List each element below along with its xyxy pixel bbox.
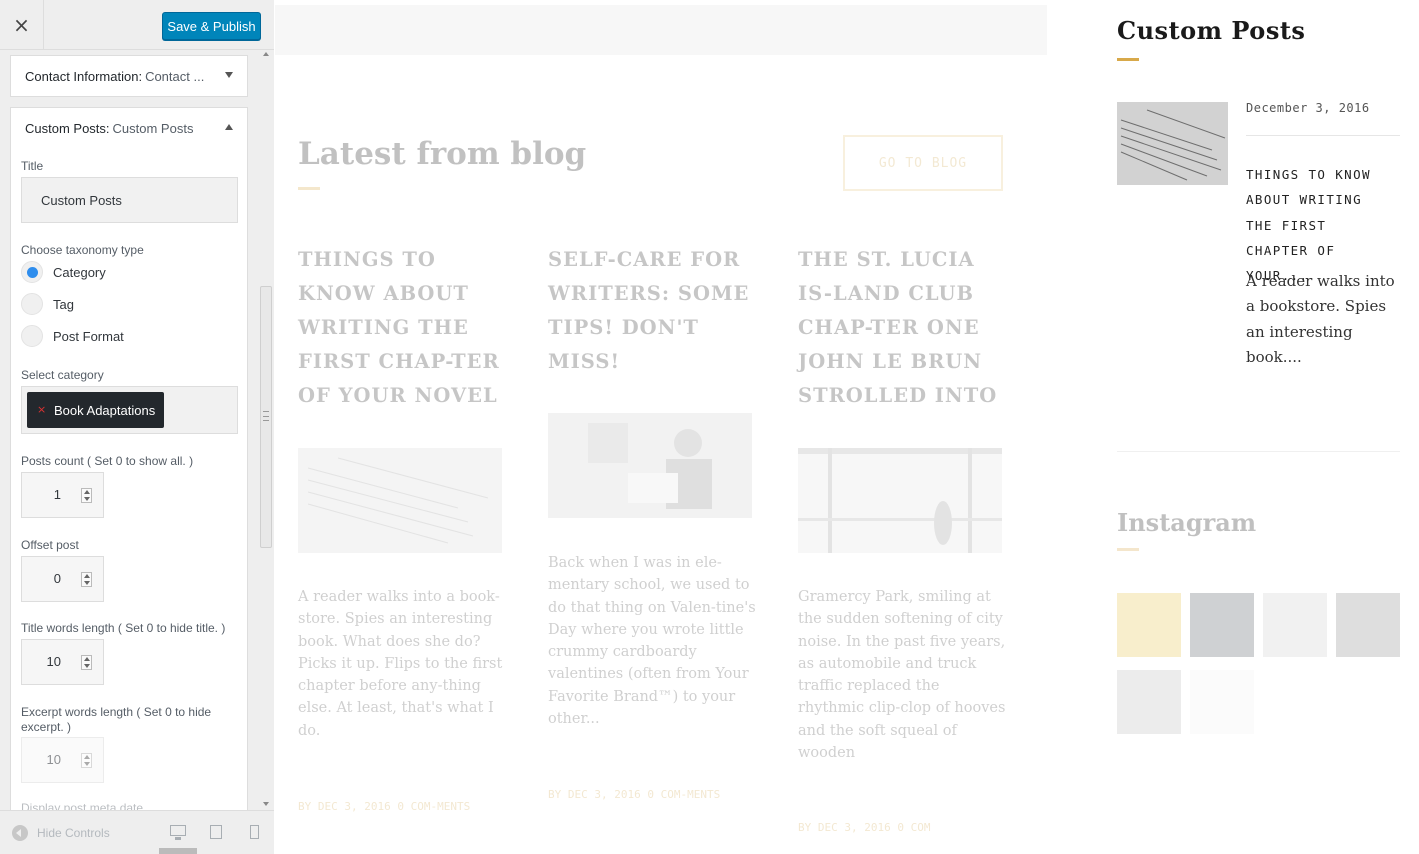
tablet-preview-icon[interactable] xyxy=(210,825,222,839)
post-meta-date-label: Display post meta date xyxy=(21,801,144,810)
instagram-thumb[interactable] xyxy=(1117,593,1181,657)
offset-label: Offset post xyxy=(21,538,79,552)
instagram-thumb[interactable] xyxy=(1336,593,1400,657)
go-to-blog-button[interactable]: GO TO BLOG xyxy=(843,135,1003,191)
customizer-sidebar: × Save & Publish Contact Information: Co… xyxy=(0,0,274,854)
scrollbar-thumb[interactable] xyxy=(260,286,272,548)
desktop-preview-icon[interactable] xyxy=(170,825,186,840)
post-title[interactable]: THINGS TO KNOW ABOUT WRITING THE FIRST C… xyxy=(298,243,510,413)
post-image[interactable] xyxy=(548,413,752,518)
chevron-up-icon xyxy=(225,124,233,130)
title-underline xyxy=(298,187,320,190)
widget-title-underline xyxy=(1117,58,1139,61)
instagram-thumb[interactable] xyxy=(1190,593,1254,657)
taxonomy-label: Choose taxonomy type xyxy=(21,243,144,257)
radio-category[interactable] xyxy=(21,261,43,283)
radio-post-format[interactable] xyxy=(21,325,43,347)
spinner-arrows-icon[interactable] xyxy=(81,572,92,587)
title-words-stepper[interactable]: 10 xyxy=(21,639,104,685)
mobile-preview-icon[interactable] xyxy=(250,825,259,839)
post-title[interactable]: SELF-CARE FOR WRITERS: SOME TIPS! DON'T … xyxy=(548,243,760,379)
blog-section-title: Latest from blog xyxy=(298,136,587,172)
offset-stepper[interactable]: 0 xyxy=(21,556,104,602)
post-image[interactable] xyxy=(298,448,502,553)
select-category-label: Select category xyxy=(21,368,104,382)
post-meta: BY DEC 3, 2016 0 COM xyxy=(798,821,931,834)
balcony-sea-image xyxy=(798,448,1002,553)
instagram-thumb[interactable] xyxy=(1190,670,1254,734)
radio-label-post-format: Post Format xyxy=(53,329,124,344)
spinner-arrows-icon[interactable] xyxy=(81,655,92,670)
active-device-indicator xyxy=(159,848,197,854)
title-input[interactable]: Custom Posts xyxy=(21,177,238,223)
radio-label-category: Category xyxy=(53,265,106,280)
preview-top-strip xyxy=(275,5,1047,55)
stepper-value: 0 xyxy=(53,571,61,586)
custom-posts-panel: Title Custom Posts Choose taxonomy type … xyxy=(10,148,248,810)
instagram-underline xyxy=(1117,548,1139,551)
stepper-value: 1 xyxy=(53,487,61,502)
posts-count-label: Posts count ( Set 0 to show all. ) xyxy=(21,454,194,468)
section-subtitle: Custom Posts xyxy=(112,120,194,136)
collapse-icon xyxy=(12,825,28,841)
section-contact-information[interactable]: Contact Information: Contact ... xyxy=(10,55,248,97)
book-page-image xyxy=(298,448,502,553)
widget-separator xyxy=(1246,135,1400,136)
widget-post-excerpt: A reader walks into a bookstore. Spies a… xyxy=(1246,272,1395,366)
customizer-footer: Hide Controls xyxy=(0,810,274,854)
radio-tag[interactable] xyxy=(21,293,43,315)
hide-controls-button[interactable]: Hide Controls xyxy=(12,825,110,841)
post-excerpt: Gramercy Park, smiling at the sudden sof… xyxy=(798,589,1006,762)
title-words-label: Title words length ( Set 0 to hide title… xyxy=(21,621,226,635)
excerpt-words-stepper[interactable]: 10 xyxy=(21,737,104,783)
section-title: Custom Posts: xyxy=(25,120,110,136)
scroll-up-icon[interactable] xyxy=(263,52,269,56)
hide-controls-label: Hide Controls xyxy=(37,826,110,840)
radio-label-tag: Tag xyxy=(53,297,74,312)
chip-label: Book Adaptations xyxy=(54,402,156,418)
section-subtitle: Contact ... xyxy=(145,68,205,84)
category-select[interactable]: × Book Adaptations xyxy=(21,386,238,434)
excerpt-words-label: Excerpt words length ( Set 0 to hide exc… xyxy=(21,705,212,734)
posts-count-stepper[interactable]: 1 xyxy=(21,472,104,518)
widget-post-thumbnail[interactable] xyxy=(1117,102,1228,185)
book-page-image xyxy=(1117,102,1228,185)
instagram-thumb[interactable] xyxy=(1263,593,1327,657)
save-publish-button[interactable]: Save & Publish xyxy=(162,12,261,40)
scroll-down-icon[interactable] xyxy=(263,802,269,806)
section-title: Contact Information: xyxy=(25,68,143,84)
spinner-arrows-icon[interactable] xyxy=(81,753,92,768)
instagram-title: Instagram xyxy=(1117,508,1257,537)
category-chip: × Book Adaptations xyxy=(27,392,165,428)
post-meta: BY DEC 3, 2016 0 COM-MENTS xyxy=(298,800,471,813)
stepper-value: 10 xyxy=(46,752,61,767)
chevron-down-icon xyxy=(225,72,233,78)
writer-at-desk-image xyxy=(548,413,752,518)
widget-divider xyxy=(1117,451,1400,452)
spinner-arrows-icon[interactable] xyxy=(81,488,92,503)
title-label: Title xyxy=(21,159,44,173)
remove-icon[interactable]: × xyxy=(37,403,46,416)
instagram-thumb[interactable] xyxy=(1117,670,1181,734)
customizer-controls: Contact Information: Contact ... Custom … xyxy=(10,50,248,810)
post-excerpt: Back when I was in ele-mentary school, w… xyxy=(548,555,756,728)
sidebar-scrollbar[interactable] xyxy=(259,50,274,810)
post-image[interactable] xyxy=(798,448,1002,553)
stepper-value: 10 xyxy=(46,654,61,669)
post-meta: BY DEC 3, 2016 0 COM-MENTS xyxy=(548,788,721,801)
widget-post-date: December 3, 2016 xyxy=(1246,101,1370,115)
grip-icon xyxy=(263,411,269,421)
post-title[interactable]: THE ST. LUCIA IS-LAND CLUB CHAP-TER ONE … xyxy=(798,243,1010,413)
custom-posts-widget-title: Custom Posts xyxy=(1117,16,1306,45)
section-custom-posts[interactable]: Custom Posts: Custom Posts xyxy=(10,107,248,149)
site-preview: Latest from blog GO TO BLOG THINGS TO KN… xyxy=(275,0,1419,854)
close-icon[interactable]: × xyxy=(0,0,44,50)
customizer-header: × Save & Publish xyxy=(0,0,274,50)
post-excerpt: A reader walks into a book-store. Spies … xyxy=(298,589,503,739)
